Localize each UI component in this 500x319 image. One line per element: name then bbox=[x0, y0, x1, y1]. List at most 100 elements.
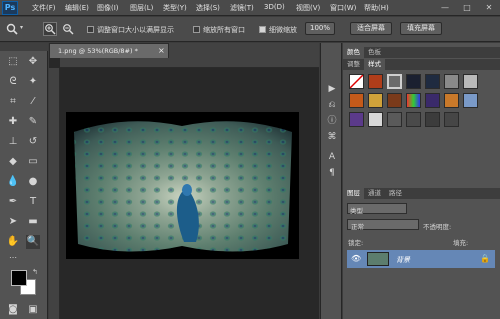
zoom-tool-icon[interactable] bbox=[6, 23, 18, 35]
menu-window[interactable]: 窗口(W) bbox=[330, 3, 356, 13]
history-icon[interactable]: ⎌ bbox=[325, 99, 339, 111]
layer-filter-select[interactable]: 类型 bbox=[347, 203, 407, 215]
style-swatch[interactable] bbox=[444, 74, 459, 89]
marquee-tool-icon[interactable]: ⬚ bbox=[6, 55, 20, 69]
visibility-eye-icon[interactable]: 👁 bbox=[351, 254, 361, 263]
tab-color[interactable]: 颜色 bbox=[343, 47, 364, 58]
menu-help[interactable]: 帮助(H) bbox=[364, 3, 389, 13]
style-swatch[interactable] bbox=[444, 93, 459, 108]
style-swatch[interactable] bbox=[368, 112, 383, 127]
menu-view[interactable]: 视图(V) bbox=[296, 3, 320, 13]
style-swatch[interactable] bbox=[463, 93, 478, 108]
style-swatch[interactable] bbox=[444, 112, 459, 127]
style-swatch[interactable] bbox=[387, 93, 402, 108]
type-tool-icon[interactable]: T bbox=[26, 195, 40, 209]
fill-screen-button[interactable]: 填充屏幕 bbox=[400, 22, 442, 35]
style-swatch[interactable] bbox=[368, 93, 383, 108]
scrubby-zoom-checkbox[interactable] bbox=[259, 26, 266, 33]
zoom-out-icon[interactable] bbox=[62, 23, 74, 35]
blend-mode-select[interactable]: 正常 bbox=[347, 219, 419, 231]
hand-tool-icon[interactable]: ✋ bbox=[6, 235, 20, 249]
actual-pixels-button[interactable]: 100% bbox=[305, 22, 335, 35]
style-swatch[interactable] bbox=[406, 74, 421, 89]
menu-image[interactable]: 图像(I) bbox=[97, 3, 119, 13]
zoom-in-icon bbox=[45, 24, 56, 35]
style-swatch[interactable] bbox=[349, 93, 364, 108]
options-bar: ▾ 调整窗口大小以满屏显示 缩放所有窗口 细微缩放 100% 适合屏幕 填充屏幕 bbox=[0, 17, 500, 42]
dodge-tool-icon[interactable]: ● bbox=[26, 175, 40, 189]
style-swatch[interactable] bbox=[406, 112, 421, 127]
layers-panel-tabs: 图层 通道 路径 bbox=[343, 188, 500, 199]
brush-tool-icon[interactable]: ✎ bbox=[26, 115, 40, 129]
zoom-in-button[interactable] bbox=[43, 22, 57, 36]
style-swatch-none[interactable] bbox=[349, 74, 364, 89]
screen-mode-icon[interactable]: ▣ bbox=[26, 303, 40, 317]
style-swatch[interactable] bbox=[463, 74, 478, 89]
style-swatch[interactable] bbox=[406, 93, 421, 108]
menu-type[interactable]: 类型(Y) bbox=[163, 3, 187, 13]
style-swatch-selected[interactable] bbox=[387, 74, 402, 89]
layer-name: 背景 bbox=[396, 256, 410, 264]
path-selection-tool-icon[interactable]: ➤ bbox=[6, 215, 20, 229]
foreground-color-swatch[interactable] bbox=[11, 270, 27, 286]
play-actions-icon[interactable]: ▶ bbox=[325, 83, 339, 95]
style-swatch[interactable] bbox=[368, 74, 383, 89]
document-tab-title: 1.png @ 53%(RGB/8#) * bbox=[58, 47, 138, 55]
fill-label: 填充: bbox=[453, 239, 469, 247]
tab-layers[interactable]: 图层 bbox=[343, 188, 364, 199]
pen-tool-icon[interactable]: ✒ bbox=[6, 195, 20, 209]
color-panel-tabs: 颜色 色板 bbox=[343, 47, 500, 58]
clone-stamp-tool-icon[interactable]: ⊥ bbox=[6, 135, 20, 149]
blur-tool-icon[interactable]: 💧 bbox=[6, 175, 20, 189]
gradient-tool-icon[interactable]: ▭ bbox=[26, 155, 40, 169]
menu-edit[interactable]: 编辑(E) bbox=[65, 3, 89, 13]
resize-windows-checkbox[interactable] bbox=[87, 26, 94, 33]
style-swatch[interactable] bbox=[425, 112, 440, 127]
rectangle-tool-icon[interactable]: ▬ bbox=[26, 215, 40, 229]
info-icon[interactable]: ⓘ bbox=[325, 115, 339, 127]
tools-panel: ⬚ ✥ ᘓ ✦ ⌗ ⁄ ✚ ✎ ⊥ ↺ ◆ ▭ 💧 ● ✒ T ➤ ▬ ✋ 🔍 … bbox=[0, 43, 48, 319]
magic-wand-tool-icon[interactable]: ✦ bbox=[26, 75, 40, 89]
minimize-icon[interactable]: — bbox=[440, 3, 450, 12]
swap-colors-icon[interactable]: ↰ bbox=[32, 268, 38, 276]
tab-channels[interactable]: 通道 bbox=[364, 188, 385, 199]
style-swatch[interactable] bbox=[425, 74, 440, 89]
quick-mask-icon[interactable]: ◙ bbox=[6, 303, 20, 317]
eyedropper-tool-icon[interactable]: ⁄ bbox=[26, 95, 40, 109]
menu-filter[interactable]: 滤镜(T) bbox=[230, 3, 254, 13]
tab-swatches[interactable]: 色板 bbox=[364, 47, 385, 58]
close-icon[interactable]: ✕ bbox=[484, 3, 494, 12]
tool-preset-arrow-icon[interactable]: ▾ bbox=[20, 24, 23, 31]
style-swatch[interactable] bbox=[425, 93, 440, 108]
document-image[interactable] bbox=[66, 112, 299, 259]
scrubby-zoom-label: 细微缩放 bbox=[269, 26, 297, 34]
zoom-all-windows-label: 缩放所有窗口 bbox=[203, 26, 245, 34]
character-icon[interactable]: A bbox=[325, 151, 339, 163]
tab-adjustments[interactable]: 调整 bbox=[343, 59, 364, 70]
lasso-tool-icon[interactable]: ᘓ bbox=[6, 75, 20, 89]
menu-select[interactable]: 选择(S) bbox=[196, 3, 220, 13]
menu-file[interactable]: 文件(F) bbox=[32, 3, 56, 13]
document-tab-close-icon[interactable]: × bbox=[158, 46, 165, 55]
menu-3d[interactable]: 3D(D) bbox=[264, 3, 285, 11]
eraser-tool-icon[interactable]: ◆ bbox=[6, 155, 20, 169]
crop-tool-icon[interactable]: ⌗ bbox=[6, 95, 20, 109]
tab-paths[interactable]: 路径 bbox=[385, 188, 406, 199]
tab-styles[interactable]: 样式 bbox=[364, 59, 385, 70]
menu-layer[interactable]: 图层(L) bbox=[130, 3, 153, 13]
style-swatch[interactable] bbox=[387, 112, 402, 127]
history-brush-tool-icon[interactable]: ↺ bbox=[26, 135, 40, 149]
style-swatch[interactable] bbox=[349, 112, 364, 127]
zoom-tool-panel-icon[interactable]: 🔍 bbox=[26, 235, 40, 249]
brush-presets-icon[interactable]: ⌘ bbox=[325, 131, 339, 143]
move-tool-icon[interactable]: ✥ bbox=[26, 55, 40, 69]
zoom-all-windows-checkbox[interactable] bbox=[193, 26, 200, 33]
fit-screen-button[interactable]: 适合屏幕 bbox=[350, 22, 392, 35]
opacity-label: 不透明度: bbox=[423, 223, 452, 231]
restore-icon[interactable]: □ bbox=[462, 3, 472, 12]
document-tab[interactable]: 1.png @ 53%(RGB/8#) * × bbox=[49, 43, 169, 58]
layer-row-background[interactable]: 👁 背景 🔒 bbox=[347, 250, 495, 268]
vertical-ruler bbox=[49, 68, 60, 319]
paragraph-icon[interactable]: ¶ bbox=[325, 167, 339, 179]
healing-brush-tool-icon[interactable]: ✚ bbox=[6, 115, 20, 129]
